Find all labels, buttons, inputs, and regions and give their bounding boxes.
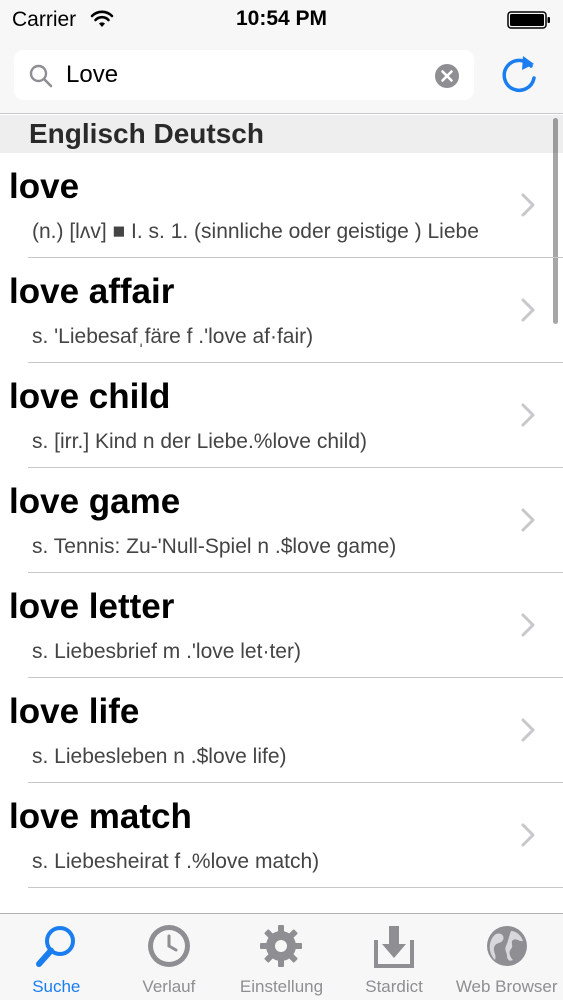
chevron-right-icon — [521, 718, 535, 742]
result-word: love letter — [9, 587, 175, 626]
result-definition: s. Liebesheirat f .%love match) — [32, 850, 320, 873]
chevron-right-icon — [521, 403, 535, 427]
gear-icon — [260, 925, 303, 967]
result-word: love game — [9, 482, 181, 521]
result-row[interactable]: love match s. Liebesheirat f .%love match… — [0, 783, 563, 888]
chevron-right-icon — [521, 613, 535, 637]
result-definition: s. Liebesleben n .$love life) — [32, 745, 287, 768]
tab-label: Verlauf — [142, 977, 196, 996]
tab-label: Web Browser — [455, 977, 558, 996]
tab-suche[interactable]: Suche — [0, 914, 113, 1000]
chevron-right-icon — [521, 298, 535, 322]
tab-web-browser[interactable]: Web Browser — [450, 914, 563, 1000]
result-row[interactable]: love affair s. 'Liebesafˌfäre f .'love af… — [0, 258, 563, 363]
clock-icon — [147, 925, 190, 967]
result-word: love life — [9, 692, 140, 731]
search-input[interactable] — [66, 56, 436, 94]
result-word: love — [9, 167, 80, 206]
result-word: love affair — [9, 272, 175, 311]
result-word: love child — [9, 377, 171, 416]
download-icon — [374, 926, 415, 968]
search-icon — [36, 926, 76, 967]
refresh-icon[interactable] — [498, 54, 540, 96]
tab-bar: Suche Verlauf Einstellung Stardict Web B… — [0, 913, 563, 1000]
result-row[interactable]: love life s. Liebesleben n .$love life) — [0, 678, 563, 783]
chevron-right-icon — [521, 823, 535, 847]
search-header — [0, 40, 563, 114]
tab-label: Stardict — [365, 977, 423, 996]
result-definition: s. Liebesbrief m .'love let·ter) — [32, 640, 301, 663]
result-row[interactable] — [0, 888, 563, 913]
results-list: love (n.) [lʌv] ■ I. s. 1. (sinnliche ode… — [0, 153, 563, 913]
result-word: love match — [9, 797, 192, 836]
result-row[interactable]: love child s. [irr.] Kind n der Liebe.%lo… — [0, 363, 563, 468]
battery-icon — [507, 11, 550, 29]
section-title: Englisch Deutsch — [29, 118, 264, 149]
magnifier-icon — [29, 64, 53, 88]
result-row[interactable]: love letter s. Liebesbrief m .'love let·t… — [0, 573, 563, 678]
globe-icon — [486, 926, 527, 966]
result-definition: s. Tennis: Zu-'Null-Spiel n .$love game) — [32, 535, 397, 558]
result-definition: s. 'Liebesafˌfäre f .'love af·fair) — [32, 325, 314, 348]
status-time: 10:54 PM — [235, 7, 328, 30]
chevron-right-icon — [521, 193, 535, 217]
chevron-right-icon — [521, 508, 535, 532]
status-bar: Carrier 10:54 PM — [0, 0, 563, 40]
tab-label: Suche — [32, 977, 81, 996]
result-definition: (n.) [lʌv] ■ I. s. 1. (sinnliche oder ge… — [32, 220, 479, 243]
result-row[interactable]: love (n.) [lʌv] ■ I. s. 1. (sinnliche ode… — [0, 153, 563, 258]
tab-label: Einstellung — [239, 977, 324, 996]
clear-search-icon[interactable] — [434, 63, 460, 89]
section-header: Englisch Deutsch — [0, 115, 563, 153]
search-bar[interactable] — [14, 50, 474, 100]
tab-verlauf[interactable]: Verlauf — [113, 914, 226, 1000]
tab-einstellung[interactable]: Einstellung — [225, 914, 338, 1000]
result-definition: s. [irr.] Kind n der Liebe.%love child) — [32, 430, 367, 453]
result-row[interactable]: love game s. Tennis: Zu-'Null-Spiel n .$l… — [0, 468, 563, 573]
tab-stardict[interactable]: Stardict — [338, 914, 451, 1000]
